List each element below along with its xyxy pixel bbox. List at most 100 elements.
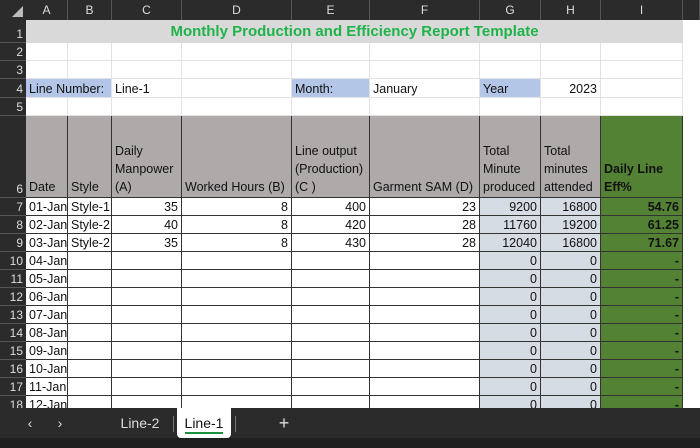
data-cell[interactable]: - xyxy=(601,324,683,342)
data-cell[interactable] xyxy=(112,270,182,288)
data-cell[interactable] xyxy=(112,342,182,360)
data-cell[interactable] xyxy=(182,324,292,342)
data-cell[interactable]: 16800 xyxy=(541,234,601,252)
cell[interactable] xyxy=(112,98,182,116)
month-value[interactable]: January xyxy=(370,79,480,98)
column-header-F[interactable]: F xyxy=(370,0,480,20)
data-cell[interactable] xyxy=(370,306,480,324)
column-header-E[interactable]: E xyxy=(292,0,370,20)
cell[interactable] xyxy=(26,43,68,61)
data-cell[interactable] xyxy=(68,378,112,396)
sheet-tab-line-2[interactable]: Line-2 xyxy=(110,408,170,438)
column-title[interactable]: Garment SAM (D) xyxy=(370,116,480,198)
row-header-2[interactable]: 2 xyxy=(0,43,26,61)
data-cell[interactable] xyxy=(182,270,292,288)
row-header-3[interactable]: 3 xyxy=(0,61,26,79)
data-cell[interactable] xyxy=(292,360,370,378)
data-cell[interactable]: 28 xyxy=(370,216,480,234)
data-cell[interactable]: 0 xyxy=(480,360,541,378)
data-cell[interactable]: 06-Jan xyxy=(26,288,68,306)
data-cell[interactable]: 0 xyxy=(480,288,541,306)
cell[interactable] xyxy=(182,79,292,98)
data-cell[interactable] xyxy=(370,324,480,342)
cell[interactable] xyxy=(370,43,480,61)
data-cell[interactable] xyxy=(370,378,480,396)
data-cell[interactable] xyxy=(292,324,370,342)
data-cell[interactable] xyxy=(182,252,292,270)
row-header-15[interactable]: 15 xyxy=(0,342,26,360)
data-cell[interactable]: 35 xyxy=(112,198,182,216)
data-cell[interactable]: 0 xyxy=(541,306,601,324)
data-cell[interactable]: 0 xyxy=(541,270,601,288)
data-cell[interactable]: Style-2 xyxy=(68,234,112,252)
data-cell[interactable]: 0 xyxy=(480,270,541,288)
data-cell[interactable] xyxy=(112,324,182,342)
column-title[interactable]: Line output (Production) (C ) xyxy=(292,116,370,198)
cell[interactable] xyxy=(112,61,182,79)
data-cell[interactable]: 11-Jan xyxy=(26,378,68,396)
row-header-11[interactable]: 11 xyxy=(0,270,26,288)
data-cell[interactable]: 40 xyxy=(112,216,182,234)
data-cell[interactable]: - xyxy=(601,342,683,360)
data-cell[interactable]: 8 xyxy=(182,198,292,216)
select-all-button[interactable] xyxy=(0,0,26,20)
data-cell[interactable] xyxy=(292,252,370,270)
cell[interactable] xyxy=(541,98,601,116)
data-cell[interactable] xyxy=(292,288,370,306)
row-header-9[interactable]: 9 xyxy=(0,234,26,252)
data-cell[interactable]: - xyxy=(601,288,683,306)
data-cell[interactable]: 23 xyxy=(370,198,480,216)
row-header-5[interactable]: 5 xyxy=(0,98,26,116)
data-cell[interactable]: 0 xyxy=(541,252,601,270)
year-value[interactable]: 2023 xyxy=(541,79,601,98)
data-cell[interactable]: 12040 xyxy=(480,234,541,252)
column-header-A[interactable]: A xyxy=(26,0,68,20)
data-cell[interactable]: - xyxy=(601,378,683,396)
data-cell[interactable]: 8 xyxy=(182,234,292,252)
cell[interactable] xyxy=(601,79,683,98)
column-title[interactable]: Total Minute produced xyxy=(480,116,541,198)
data-cell[interactable] xyxy=(370,252,480,270)
data-cell[interactable]: 09-Jan xyxy=(26,342,68,360)
line-number-value[interactable]: Line-1 xyxy=(112,79,182,98)
data-cell[interactable]: 9200 xyxy=(480,198,541,216)
data-cell[interactable]: - xyxy=(601,252,683,270)
cell[interactable] xyxy=(370,98,480,116)
data-cell[interactable]: 05-Jan xyxy=(26,270,68,288)
data-cell[interactable]: 19200 xyxy=(541,216,601,234)
row-header-6[interactable]: 6 xyxy=(0,116,26,198)
column-header-G[interactable]: G xyxy=(480,0,541,20)
column-header-C[interactable]: C xyxy=(112,0,182,20)
cell[interactable] xyxy=(26,61,68,79)
data-cell[interactable] xyxy=(68,324,112,342)
column-title[interactable]: Daily Line Eff% xyxy=(601,116,683,198)
cell[interactable] xyxy=(68,61,112,79)
scroll-left-icon[interactable]: ‹ xyxy=(18,408,42,438)
cell[interactable] xyxy=(480,43,541,61)
cell[interactable] xyxy=(182,98,292,116)
data-cell[interactable]: 0 xyxy=(541,324,601,342)
cell[interactable] xyxy=(370,61,480,79)
report-title[interactable]: Monthly Production and Efficiency Report… xyxy=(26,20,683,43)
data-cell[interactable]: 0 xyxy=(480,306,541,324)
data-cell[interactable] xyxy=(292,378,370,396)
data-cell[interactable] xyxy=(182,378,292,396)
data-cell[interactable]: 420 xyxy=(292,216,370,234)
data-cell[interactable]: 16800 xyxy=(541,198,601,216)
data-cell[interactable]: 54.76 xyxy=(601,198,683,216)
data-cell[interactable]: 400 xyxy=(292,198,370,216)
data-cell[interactable] xyxy=(182,288,292,306)
data-cell[interactable] xyxy=(68,270,112,288)
data-cell[interactable] xyxy=(370,288,480,306)
month-label[interactable]: Month: xyxy=(292,79,370,98)
cell[interactable] xyxy=(182,61,292,79)
data-cell[interactable]: - xyxy=(601,306,683,324)
data-cell[interactable] xyxy=(370,342,480,360)
column-header-D[interactable]: D xyxy=(182,0,292,20)
row-header-16[interactable]: 16 xyxy=(0,360,26,378)
data-cell[interactable] xyxy=(68,306,112,324)
row-header-8[interactable]: 8 xyxy=(0,216,26,234)
cell[interactable] xyxy=(292,61,370,79)
data-cell[interactable] xyxy=(112,288,182,306)
column-header-B[interactable]: B xyxy=(68,0,112,20)
